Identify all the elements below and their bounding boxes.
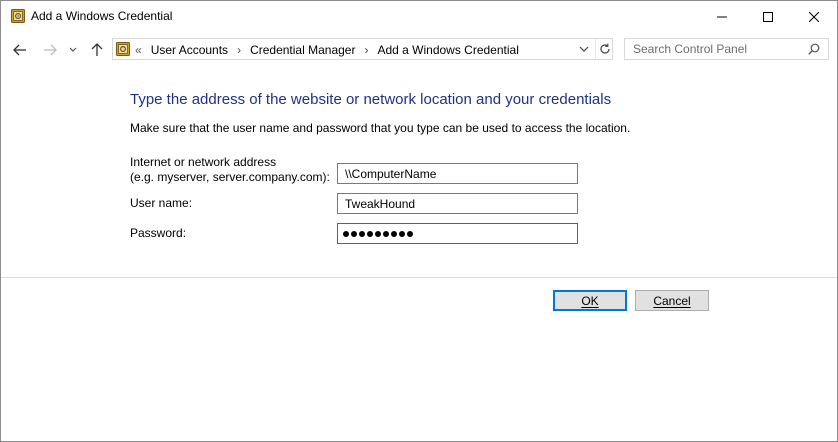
address-history-button[interactable] — [575, 39, 593, 59]
username-label: User name: — [130, 196, 193, 210]
forward-button[interactable] — [39, 40, 61, 60]
network-address-field[interactable]: \\ComputerName — [337, 163, 578, 184]
address-label-line1: Internet or network address — [130, 155, 277, 169]
breadcrumb-item-add-credential[interactable]: Add a Windows Credential — [377, 43, 518, 57]
arrow-up-icon — [91, 43, 103, 56]
credential-manager-icon — [11, 9, 25, 23]
password-dot — [343, 231, 349, 237]
password-dot — [399, 231, 405, 237]
maximize-icon — [763, 11, 773, 22]
breadcrumb-separator[interactable]: › — [237, 43, 241, 57]
title-bar: Add a Windows Credential — [1, 1, 837, 32]
chevron-down-icon — [69, 47, 77, 52]
refresh-icon — [599, 43, 610, 54]
close-button[interactable] — [791, 1, 837, 32]
search-box[interactable]: Search Control Panel — [624, 38, 829, 60]
search-placeholder[interactable]: Search Control Panel — [633, 42, 747, 56]
close-icon — [809, 11, 819, 22]
refresh-button[interactable] — [595, 39, 613, 59]
instruction-text: Make sure that the user name and passwor… — [130, 121, 631, 135]
maximize-button[interactable] — [745, 1, 791, 32]
recent-locations-button[interactable] — [65, 40, 81, 60]
chevron-down-icon — [579, 46, 589, 52]
password-dot — [407, 231, 413, 237]
username-field[interactable]: TweakHound — [337, 193, 578, 214]
credential-window: Add a Windows Credential « User Accounts… — [0, 0, 838, 442]
password-dot — [351, 231, 357, 237]
back-button[interactable] — [9, 40, 31, 60]
minimize-icon — [717, 16, 727, 17]
password-dot — [383, 231, 389, 237]
minimize-button[interactable] — [699, 1, 745, 32]
password-mask — [343, 227, 413, 241]
password-dot — [375, 231, 381, 237]
ok-button-label: OK — [581, 293, 599, 308]
address-bar[interactable]: « User Accounts › Credential Manager › A… — [112, 38, 613, 60]
password-label: Password: — [130, 226, 187, 240]
control-panel-icon — [116, 42, 130, 56]
breadcrumb-item-credential-manager[interactable]: Credential Manager — [250, 43, 355, 57]
breadcrumb-item-user-accounts[interactable]: User Accounts — [151, 43, 228, 57]
window-title: Add a Windows Credential — [31, 9, 173, 23]
divider — [1, 277, 837, 278]
breadcrumb: « User Accounts › Credential Manager › A… — [135, 42, 519, 58]
breadcrumb-separator[interactable]: › — [364, 43, 368, 57]
arrow-left-icon — [13, 44, 26, 56]
address-label: Internet or network address (e.g. myserv… — [130, 155, 330, 185]
up-button[interactable] — [87, 40, 107, 60]
cancel-button-label: Cancel — [653, 293, 691, 308]
cancel-button[interactable]: Cancel — [635, 290, 709, 311]
breadcrumb-overflow[interactable]: « — [135, 43, 142, 57]
password-dot — [391, 231, 397, 237]
navigation-bar: « User Accounts › Credential Manager › A… — [1, 32, 837, 68]
password-dot — [359, 231, 365, 237]
address-label-line2: (e.g. myserver, server.company.com): — [130, 170, 330, 184]
search-icon[interactable] — [808, 43, 820, 55]
ok-button[interactable]: OK — [553, 290, 627, 311]
password-dot — [367, 231, 373, 237]
page-heading: Type the address of the website or netwo… — [130, 91, 612, 108]
arrow-right-icon — [44, 44, 57, 56]
